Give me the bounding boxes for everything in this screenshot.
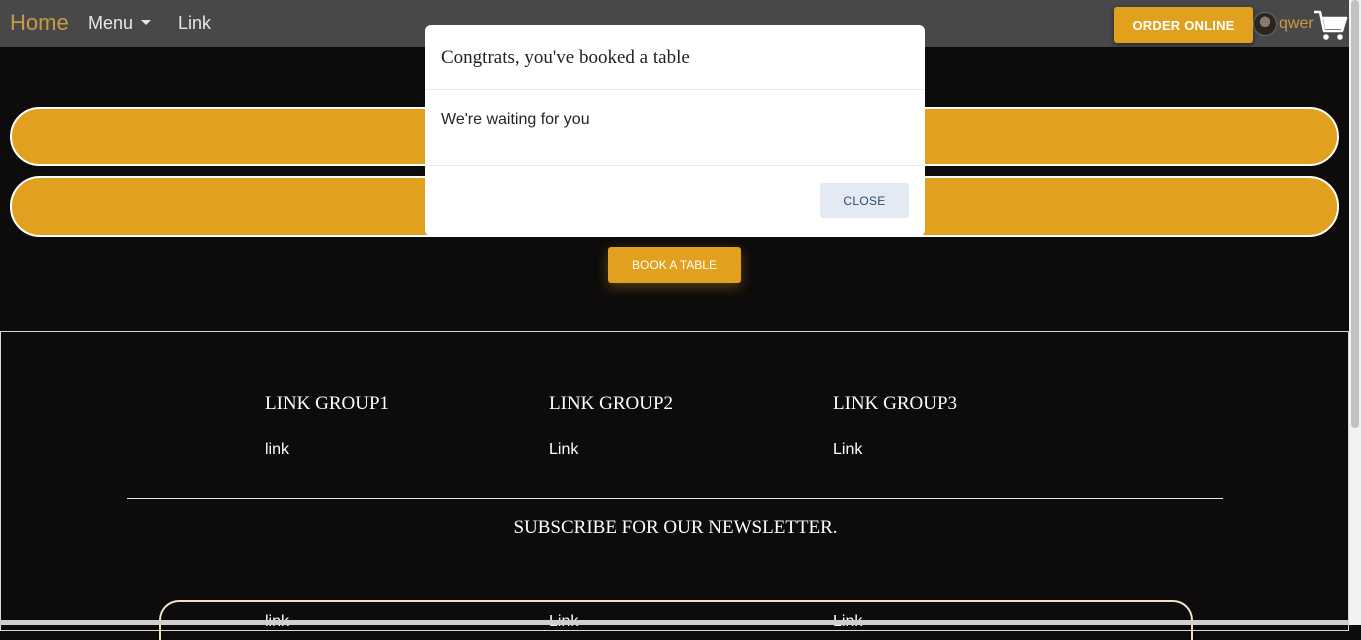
- chevron-down-icon: [141, 19, 152, 25]
- footer-divider: [127, 498, 1223, 499]
- order-online-button[interactable]: ORDER ONLINE: [1114, 7, 1253, 43]
- modal-title: Congtrats, you've booked a table: [441, 47, 690, 68]
- book-table-button[interactable]: BOOK A TABLE: [608, 247, 741, 283]
- menu-dropdown[interactable]: Menu: [88, 13, 152, 34]
- home-link[interactable]: Home: [10, 10, 69, 36]
- newsletter-heading: SUBSCRIBE FOR OUR NEWSLETTER.: [513, 517, 838, 538]
- username-label[interactable]: qwer: [1279, 15, 1314, 33]
- nav-link[interactable]: Link: [178, 13, 211, 34]
- link-group-title-3: LINK GROUP3: [833, 393, 958, 414]
- footer-link-2[interactable]: Link: [549, 441, 578, 459]
- footer-link-1[interactable]: link: [265, 441, 289, 459]
- close-button[interactable]: CLOSE: [820, 183, 909, 218]
- link-group-title-2: LINK GROUP2: [549, 393, 674, 414]
- menu-dropdown-label: Menu: [88, 13, 134, 33]
- modal-body-text: We're waiting for you: [441, 111, 590, 128]
- avatar[interactable]: [1253, 12, 1277, 36]
- shopping-cart-icon[interactable]: [1312, 7, 1348, 43]
- modal-header-divider: [425, 89, 925, 90]
- horizontal-scrollbar[interactable]: [0, 620, 1349, 625]
- booking-confirmation-modal: Congtrats, you've booked a table We're w…: [425, 25, 925, 236]
- footer-link-3[interactable]: Link: [833, 441, 862, 459]
- modal-footer-divider: [425, 165, 925, 166]
- footer: LINK GROUP1 LINK GROUP2 LINK GROUP3 link…: [0, 331, 1349, 640]
- link-group-title-1: LINK GROUP1: [265, 393, 390, 414]
- vertical-scrollbar[interactable]: [1349, 0, 1361, 625]
- scrollbar-thumb[interactable]: [1351, 0, 1359, 428]
